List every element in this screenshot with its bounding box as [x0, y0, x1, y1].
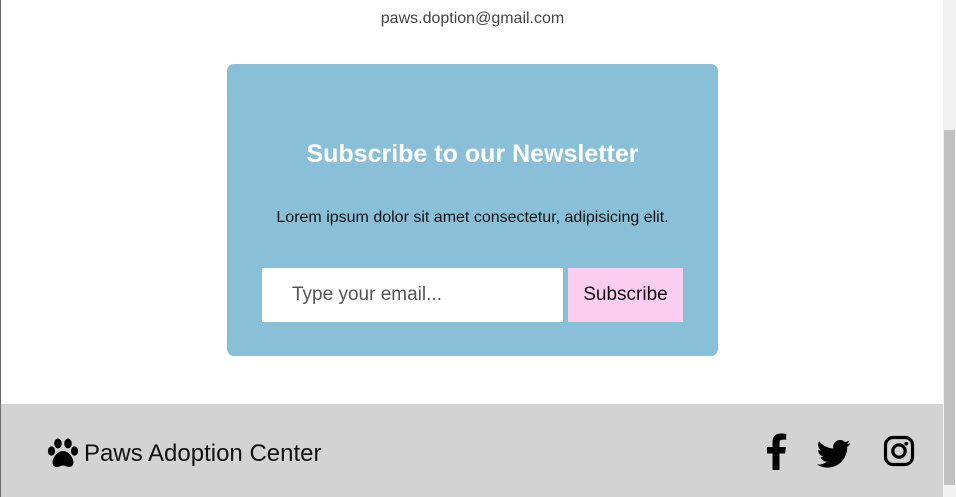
- vertical-scrollbar[interactable]: [943, 0, 956, 497]
- facebook-link[interactable]: [761, 432, 789, 470]
- newsletter-title: Subscribe to our Newsletter: [306, 140, 639, 168]
- newsletter-card: Subscribe to our Newsletter Lorem ipsum …: [227, 64, 718, 356]
- instagram-icon: [883, 432, 915, 470]
- twitter-link[interactable]: [817, 432, 851, 470]
- page-viewport: paws.doption@gmail.com Subscribe to our …: [0, 0, 943, 497]
- email-input[interactable]: [262, 268, 563, 322]
- instagram-link[interactable]: [883, 432, 915, 470]
- brand-name: Paws Adoption Center: [84, 440, 322, 467]
- footer-brand[interactable]: Paws Adoption Center: [46, 434, 321, 474]
- footer: Paws Adoption Center: [1, 404, 943, 497]
- twitter-icon: [817, 434, 851, 472]
- paw-icon: [46, 437, 80, 471]
- subscribe-button[interactable]: Subscribe: [568, 268, 683, 322]
- contact-email: paws.doption@gmail.com: [380, 10, 565, 27]
- scrollbar-thumb[interactable]: [944, 130, 955, 485]
- facebook-icon: [761, 432, 789, 470]
- newsletter-description: Lorem ipsum dolor sit amet consectetur, …: [276, 209, 669, 226]
